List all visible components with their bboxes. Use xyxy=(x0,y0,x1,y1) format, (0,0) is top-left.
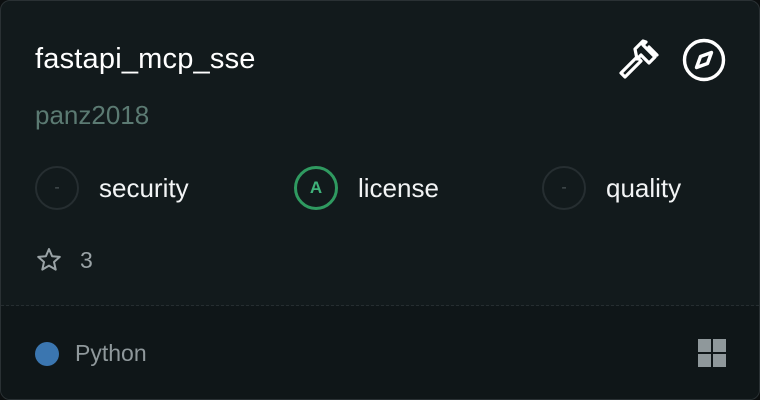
star-icon xyxy=(37,248,61,271)
repo-title[interactable]: fastapi_mcp_sse xyxy=(35,39,256,79)
license-grade-badge: A xyxy=(294,166,338,210)
quality-label: quality xyxy=(606,172,682,203)
score-quality[interactable]: - quality xyxy=(542,164,681,212)
hammer-button[interactable] xyxy=(615,37,661,83)
security-label: security xyxy=(99,172,189,203)
language-color-dot xyxy=(35,341,59,366)
card-footer: Python xyxy=(1,306,759,399)
star-count-value: 3 xyxy=(80,246,93,273)
language-indicator: Python xyxy=(35,340,147,367)
score-license[interactable]: A license xyxy=(294,164,439,212)
compass-button[interactable] xyxy=(681,37,727,83)
security-grade-badge: - xyxy=(35,166,79,210)
grid-icon[interactable] xyxy=(698,339,726,367)
star-count[interactable]: 3 xyxy=(35,245,93,275)
score-security[interactable]: - security xyxy=(35,164,189,212)
quality-grade-badge: - xyxy=(542,166,586,210)
server-card[interactable]: fastapi_mcp_sse panz2018 - security A li… xyxy=(0,0,760,400)
language-name: Python xyxy=(75,340,147,366)
repo-owner[interactable]: panz2018 xyxy=(35,97,149,133)
compass-icon xyxy=(682,38,726,82)
hammer-icon xyxy=(619,39,659,79)
card-actions xyxy=(615,37,727,83)
license-label: license xyxy=(358,172,439,203)
